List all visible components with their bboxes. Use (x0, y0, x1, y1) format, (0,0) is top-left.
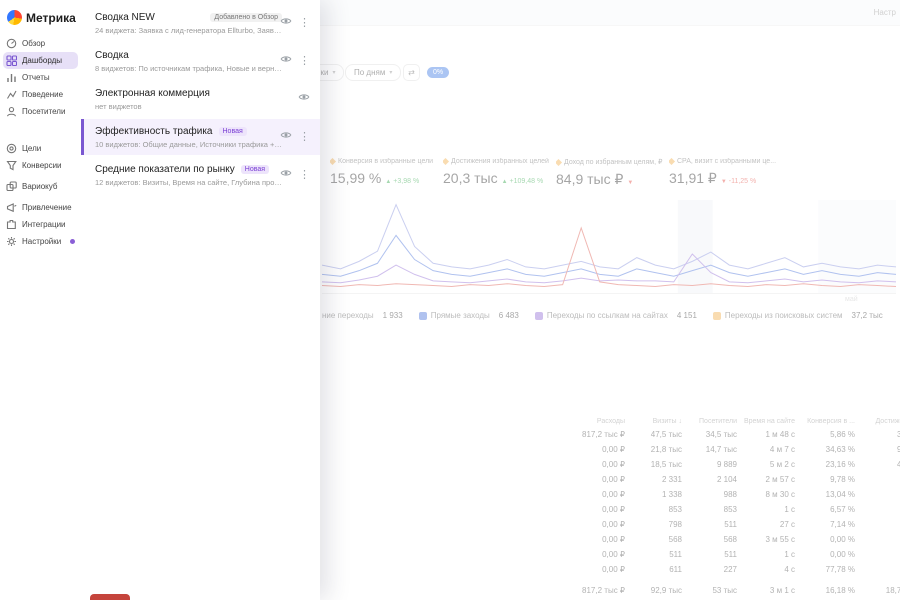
sidebar-item-label: Обзор (22, 39, 46, 48)
reports-bars-icon (6, 72, 17, 83)
eye-icon[interactable] (280, 128, 292, 146)
dashboard-list-item-svodka-new[interactable]: Сводка NEW Добавлено в Обзор 24 виджета:… (81, 5, 320, 41)
dashboard-title-row: Средние показатели по рынку Новая (95, 164, 282, 175)
eye-icon[interactable] (280, 166, 292, 184)
sidebar-item-label: Цели (22, 144, 42, 153)
eye-icon[interactable] (280, 14, 292, 32)
dashboard-title: Сводка (95, 50, 129, 61)
kebab-menu-icon[interactable]: ⋮ (299, 169, 310, 181)
kebab-menu-icon[interactable]: ⋮ (299, 131, 310, 143)
visitors-person-icon (6, 106, 17, 117)
dashboard-description: 10 виджетов: Общие данные, Источники тра… (95, 140, 282, 149)
varioqub-experiment-icon (6, 181, 17, 192)
sidebar-item-conversions[interactable]: Конверсии (0, 157, 81, 174)
sidebar-item-label: Интеграции (22, 220, 66, 229)
item-actions (298, 90, 310, 108)
item-actions: ⋮ (280, 166, 310, 184)
dashboard-title-row: Сводка NEW Добавлено в Обзор (95, 12, 282, 23)
sidebar-item-settings[interactable]: Настройки (0, 233, 81, 250)
dashboard-description: нет виджетов (95, 102, 142, 111)
dashboard-title: Средние показатели по рынку (95, 164, 235, 175)
notification-dot (70, 239, 75, 244)
sidebar-item-visitors[interactable]: Посетители (0, 103, 81, 120)
sidebar-item-label: Настройки (22, 237, 62, 246)
dashboard-title-row: Эффективность трафика Новая (95, 126, 282, 137)
behavior-trend-icon (6, 89, 17, 100)
eye-icon[interactable] (298, 90, 310, 108)
nav-group-divider (0, 120, 81, 140)
sidebar-item-integrations[interactable]: Интеграции (0, 216, 81, 233)
item-actions: ⋮ (280, 52, 310, 70)
sidebar: Метрика Обзор Дашборды Отчеты Поведение … (0, 0, 81, 600)
sidebar-item-label: Привлечение (22, 203, 72, 212)
sidebar-item-reports[interactable]: Отчеты (0, 69, 81, 86)
create-dashboard-button-partial[interactable] (90, 594, 130, 600)
dashboard-title-row: Сводка (95, 50, 282, 61)
sidebar-item-label: Конверсии (22, 161, 62, 170)
dashboard-title: Электронная коммерция (95, 88, 210, 99)
new-badge: Новая (218, 127, 247, 136)
sidebar-item-goals[interactable]: Цели (0, 140, 81, 157)
dashboard-title: Эффективность трафика (95, 126, 213, 137)
dashboard-description: 8 виджетов: По источникам трафика, Новые… (95, 64, 282, 73)
sidebar-item-dashboards[interactable]: Дашборды (3, 52, 78, 69)
dashboard-list-item-ecommerce[interactable]: Электронная коммерция нет виджетов (81, 81, 320, 117)
dashboard-title-row: Электронная коммерция (95, 88, 282, 99)
dashboards-grid-icon (6, 55, 17, 66)
eye-icon[interactable] (280, 52, 292, 70)
item-actions: ⋮ (280, 14, 310, 32)
dashboard-description: 12 виджетов: Визиты, Время на сайте, Глу… (95, 178, 282, 187)
conversions-funnel-icon (6, 160, 17, 171)
dashboard-list-item-traffic-efficiency[interactable]: Эффективность трафика Новая 10 виджетов:… (81, 119, 320, 155)
new-badge: Новая (240, 165, 270, 174)
metrika-logo-icon (7, 10, 22, 25)
added-to-overview-badge: Добавлено в Обзор (210, 13, 282, 22)
kebab-menu-icon[interactable]: ⋮ (299, 55, 310, 67)
app-root: Настр ики ▾ По дням ▾ ⇄ 0% Конверсия в и… (0, 0, 900, 600)
dashboard-list-item-svodka[interactable]: Сводка 8 виджетов: По источникам трафика… (81, 43, 320, 79)
sidebar-item-label: Поведение (22, 90, 64, 99)
sidebar-item-label: Отчеты (22, 73, 50, 82)
metrika-logo[interactable]: Метрика (0, 8, 81, 35)
item-actions: ⋮ (280, 128, 310, 146)
sidebar-item-overview[interactable]: Обзор (0, 35, 81, 52)
sidebar-item-label: Посетители (22, 107, 66, 116)
sidebar-item-behavior[interactable]: Поведение (0, 86, 81, 103)
integrations-puzzle-icon (6, 219, 17, 230)
sidebar-item-label: Дашборды (22, 56, 62, 65)
sidebar-item-acquisition[interactable]: Привлечение (0, 199, 81, 216)
settings-gear-icon (6, 236, 17, 247)
sidebar-item-varioqub[interactable]: Вариокуб (0, 178, 81, 195)
sidebar-item-label: Вариокуб (22, 182, 58, 191)
dashboard-list-item-market-averages[interactable]: Средние показатели по рынку Новая 12 вид… (81, 157, 320, 193)
dashboards-flyout-panel: Сводка NEW Добавлено в Обзор 24 виджета:… (81, 0, 320, 600)
goals-target-icon (6, 143, 17, 154)
kebab-menu-icon[interactable]: ⋮ (299, 17, 310, 29)
dashboard-title: Сводка NEW (95, 12, 155, 23)
app-title: Метрика (26, 10, 76, 25)
dashboard-description: 24 виджета: Заявка с лид-генератора Ellt… (95, 26, 282, 35)
acquisition-megaphone-icon (6, 202, 17, 213)
overview-gauge-icon (6, 38, 17, 49)
